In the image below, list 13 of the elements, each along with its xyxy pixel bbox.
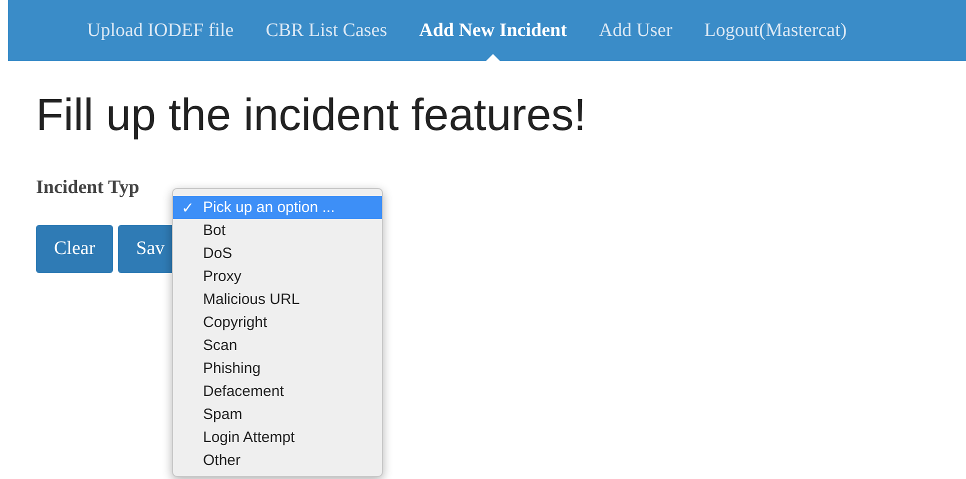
dropdown-option[interactable]: Login Attempt — [173, 426, 382, 449]
dropdown-option[interactable]: Defacement — [173, 380, 382, 403]
dropdown-option[interactable]: Malicious URL — [173, 288, 382, 311]
field-label: Incident Typ — [36, 177, 140, 199]
dropdown-option[interactable]: Phishing — [173, 357, 382, 380]
form-button[interactable]: Clear — [36, 225, 114, 273]
dropdown-option[interactable]: Copyright — [173, 311, 382, 334]
dropdown-option[interactable]: Other — [173, 449, 382, 472]
dropdown-option[interactable]: Spam — [173, 403, 382, 426]
page-heading: Fill up the incident features! — [36, 89, 588, 141]
nav-link[interactable]: Add New Incident — [404, 0, 582, 61]
checkmark-icon: ✓ — [173, 198, 203, 216]
dropdown-option[interactable]: Scan — [173, 334, 382, 357]
